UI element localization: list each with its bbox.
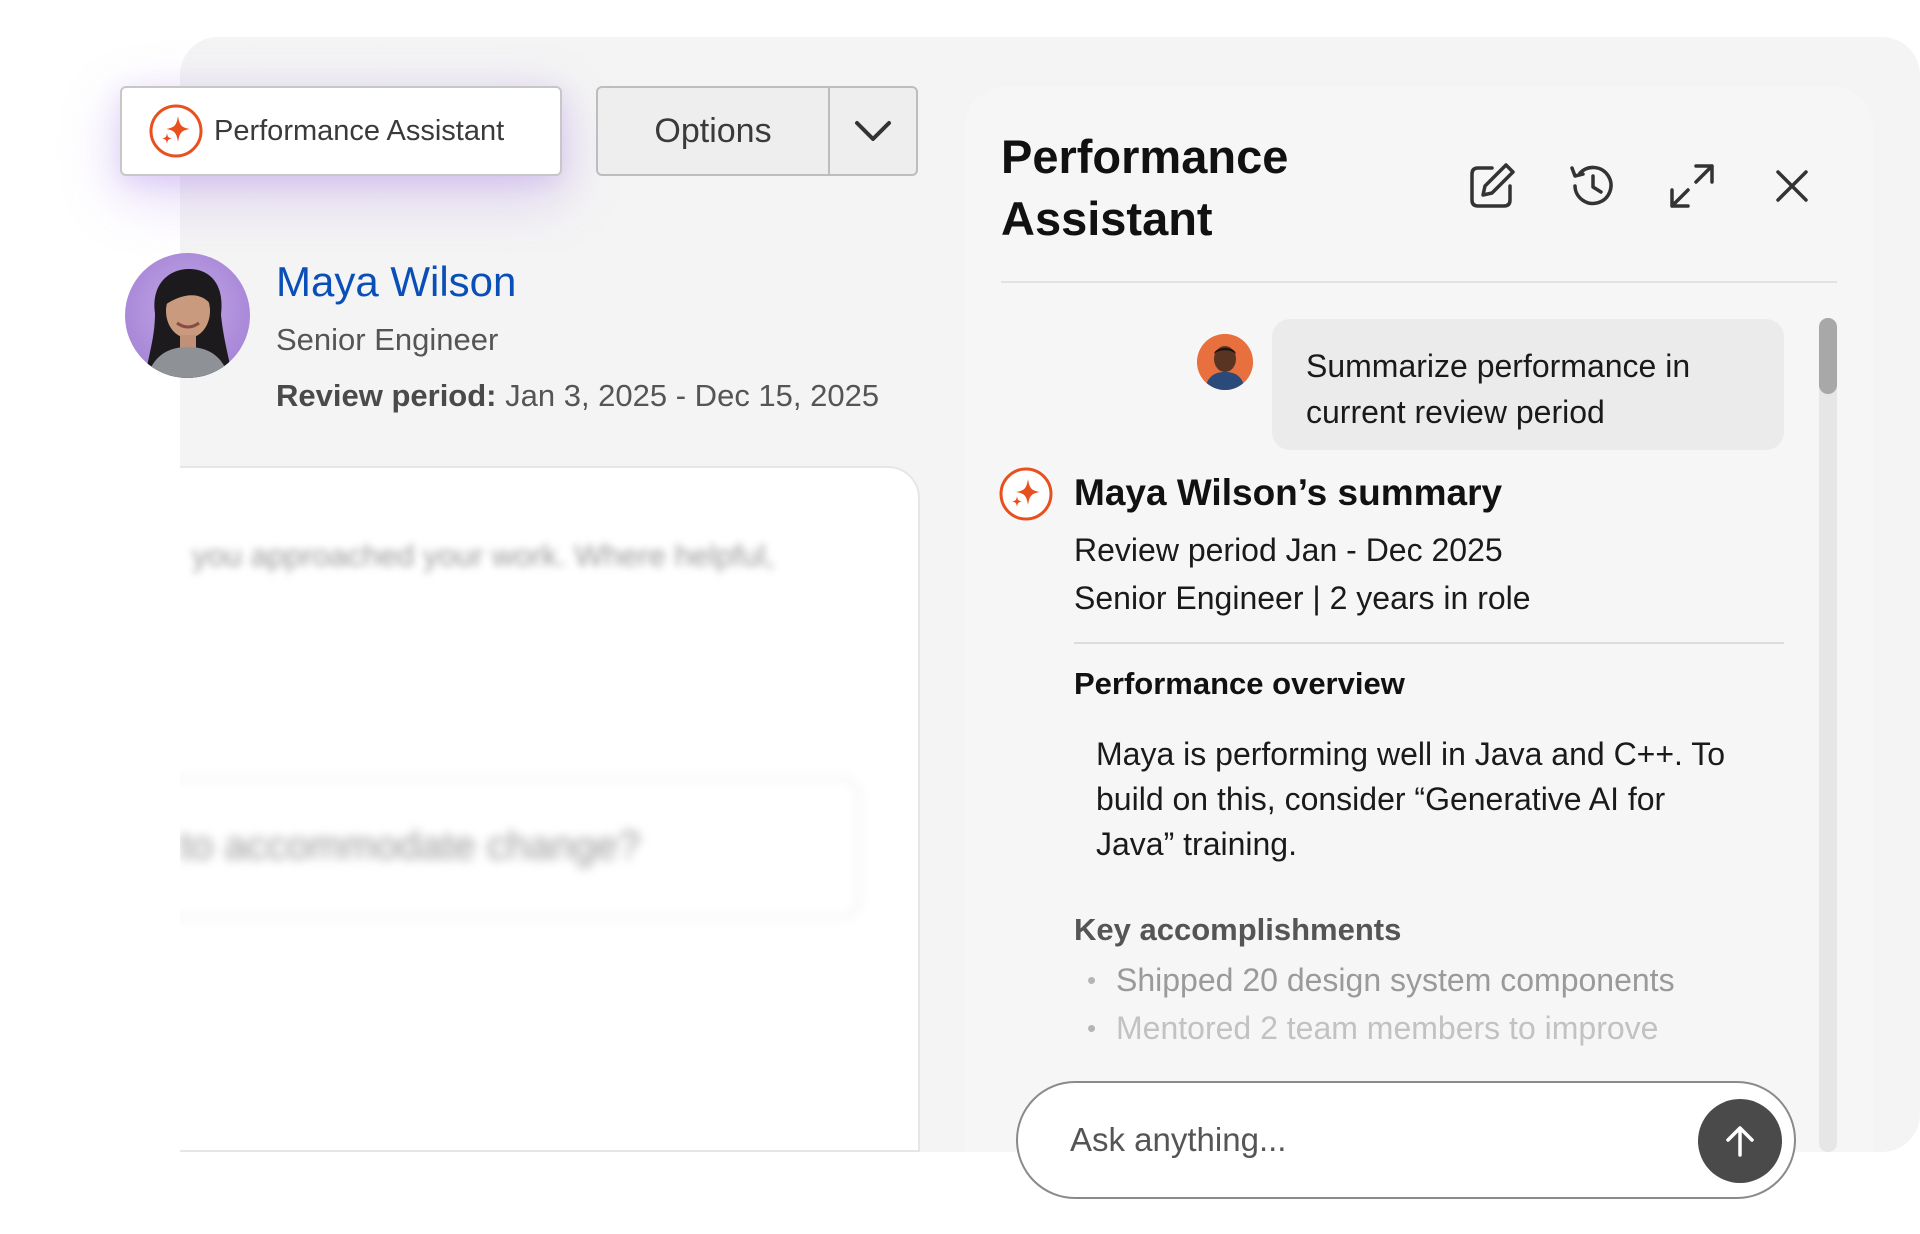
accomplishments-list: Shipped 20 design system components Ment… — [1087, 956, 1675, 1052]
send-button[interactable] — [1698, 1099, 1782, 1183]
chat-input-box[interactable] — [1016, 1081, 1796, 1199]
list-item: Mentored 2 team members to improve — [1087, 1004, 1675, 1052]
blurred-field-text: to accommodate change? — [180, 824, 641, 868]
sparkle-icon — [998, 466, 1054, 522]
user-message-bubble: Summarize performance in current review … — [1272, 319, 1784, 450]
panel-header-divider — [1001, 281, 1837, 283]
summary-title: Maya Wilson’s summary — [1074, 472, 1503, 513]
scrollbar[interactable] — [1819, 318, 1837, 1152]
expand-icon[interactable] — [1662, 156, 1722, 216]
ask-input[interactable] — [1070, 1121, 1630, 1159]
options-dropdown[interactable]: Options — [596, 86, 918, 176]
assistant-panel: Performance Assistant Summarize performa… — [965, 86, 1873, 1152]
employee-avatar — [125, 253, 250, 378]
scrollbar-thumb[interactable] — [1819, 318, 1837, 394]
user-avatar — [1197, 334, 1253, 390]
sparkle-icon — [148, 103, 204, 159]
edit-icon[interactable] — [1462, 156, 1522, 216]
overview-body: Maya is performing well in Java and C++.… — [1096, 736, 1726, 862]
list-item: Shipped 20 design system components — [1087, 956, 1675, 1004]
panel-title-line2: Assistant — [1001, 192, 1213, 245]
employee-title: Senior Engineer — [276, 322, 499, 357]
review-period-value: Jan 3, 2025 - Dec 15, 2025 — [496, 378, 880, 413]
review-form-card: you approached your work. Where helpful,… — [180, 466, 920, 1152]
summary-period: Review period Jan - Dec 2025 — [1074, 532, 1503, 568]
review-period-label: Review period: — [276, 378, 497, 413]
overview-heading: Performance overview — [1074, 666, 1405, 701]
history-icon[interactable] — [1562, 156, 1622, 216]
review-period: Review period: Jan 3, 2025 - Dec 15, 202… — [276, 378, 879, 414]
summary-role: Senior Engineer | 2 years in role — [1074, 580, 1531, 616]
performance-assistant-button[interactable]: Performance Assistant — [120, 86, 562, 176]
panel-title: Performance Assistant — [1001, 126, 1288, 250]
close-icon[interactable] — [1762, 156, 1822, 216]
arrow-up-icon — [1726, 1126, 1754, 1157]
performance-assistant-label: Performance Assistant — [214, 114, 505, 147]
options-button[interactable]: Options — [598, 88, 828, 174]
employee-name[interactable]: Maya Wilson — [276, 258, 516, 306]
blurred-question-text: you approached your work. Where helpful, — [192, 538, 775, 573]
panel-title-line1: Performance — [1001, 130, 1289, 183]
accomplishments-heading: Key accomplishments — [1074, 912, 1402, 947]
chevron-down-icon[interactable] — [828, 88, 916, 174]
summary-divider — [1074, 642, 1784, 644]
